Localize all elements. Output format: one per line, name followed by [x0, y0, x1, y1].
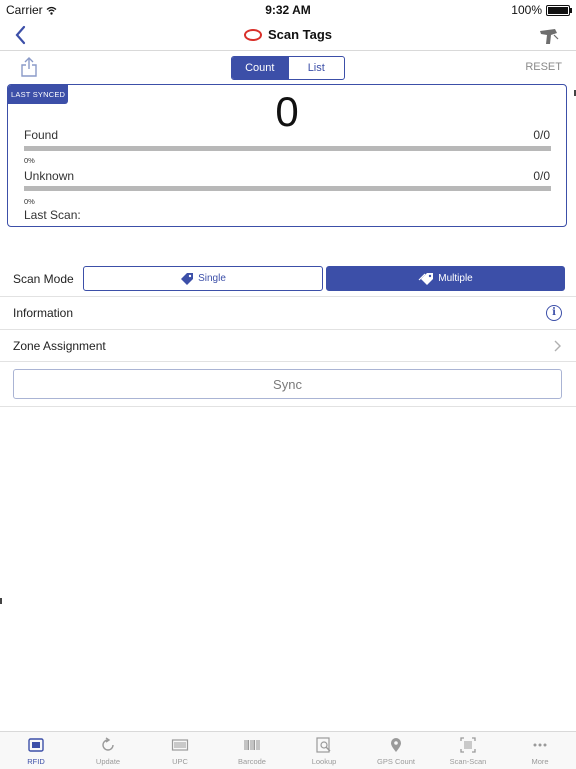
tab-barcode[interactable]: Barcode — [216, 732, 288, 769]
page-title: Scan Tags — [0, 27, 576, 42]
page-title-text: Scan Tags — [267, 27, 333, 42]
tags-icon — [418, 272, 434, 285]
tag-icon — [181, 272, 194, 285]
zone-assignment-row[interactable]: Zone Assignment — [0, 330, 576, 362]
info-icon[interactable]: i — [546, 305, 562, 321]
refresh-icon — [102, 737, 114, 751]
scan-frame-icon — [460, 737, 476, 753]
view-mode-segmented-control: Count List — [231, 56, 345, 80]
upc-icon — [171, 739, 189, 751]
scan-mode-multiple-button[interactable]: Multiple — [326, 266, 565, 291]
rfid-icon — [28, 738, 44, 752]
share-button[interactable] — [20, 57, 38, 77]
tab-label: More — [531, 757, 549, 766]
unknown-progress-bar — [24, 186, 551, 191]
divider — [0, 406, 576, 407]
battery-percent: 100% — [511, 3, 542, 17]
tab-label: RFID — [27, 757, 45, 766]
divider — [0, 361, 576, 362]
share-icon — [21, 57, 37, 77]
segment-list[interactable]: List — [287, 57, 345, 79]
tab-label: Lookup — [311, 757, 337, 766]
brand-logo-icon — [243, 28, 262, 41]
tab-label: GPS Count — [377, 757, 415, 766]
tab-more[interactable]: More — [504, 732, 576, 769]
tab-bar: RFID Update UPC Barcode Lookup GPS Count… — [0, 731, 576, 769]
reset-button[interactable]: RESET — [525, 61, 562, 73]
tab-rfid[interactable]: RFID — [0, 732, 72, 769]
found-value: 0/0 — [533, 128, 550, 142]
tag-count: 0 — [275, 88, 299, 135]
single-label: Single — [198, 273, 226, 284]
tab-label: Update — [95, 757, 121, 766]
zone-assignment-label: Zone Assignment — [13, 339, 106, 353]
unknown-label: Unknown — [24, 169, 75, 183]
tab-gps-count[interactable]: GPS Count — [360, 732, 432, 769]
information-row[interactable]: Information i — [0, 297, 576, 329]
clock: 9:32 AM — [265, 3, 311, 17]
tab-label: Barcode — [238, 757, 266, 766]
battery-icon — [546, 4, 572, 16]
found-percent: 0% — [24, 156, 35, 165]
edge-marker — [0, 598, 2, 604]
more-dots-icon — [533, 743, 547, 747]
tab-label: UPC — [172, 757, 188, 766]
scanner-gun-icon — [540, 29, 559, 44]
tab-scan-scan[interactable]: Scan-Scan — [432, 732, 504, 769]
battery-status: 100% — [511, 3, 572, 17]
unknown-percent: 0% — [24, 197, 35, 206]
tab-update[interactable]: Update — [72, 732, 144, 769]
chevron-right-icon — [554, 340, 561, 352]
status-bar: Carrier 9:32 AM 100% — [0, 0, 576, 20]
scan-mode-label: Scan Mode — [13, 272, 74, 286]
multiple-label: Multiple — [438, 273, 473, 284]
scan-summary-panel: LAST SYNCED 0 Found 0/0 0% Unknown 0/0 0… — [7, 84, 567, 227]
sync-button[interactable]: Sync — [13, 369, 562, 399]
last-scan-label: Last Scan: — [24, 208, 81, 222]
scanner-device-button[interactable] — [538, 25, 560, 47]
segment-count[interactable]: Count — [232, 57, 288, 79]
found-label: Found — [24, 128, 59, 142]
scan-mode-single-button[interactable]: Single — [83, 266, 323, 291]
tab-upc[interactable]: UPC — [144, 732, 216, 769]
barcode-icon — [244, 740, 260, 750]
unknown-value: 0/0 — [533, 169, 550, 183]
location-pin-icon — [391, 738, 401, 752]
found-progress-bar — [24, 146, 551, 151]
information-label: Information — [13, 306, 74, 320]
lookup-icon — [316, 737, 331, 753]
tab-label: Scan-Scan — [449, 757, 487, 766]
tab-lookup[interactable]: Lookup — [288, 732, 360, 769]
navigation-bar: Scan Tags — [0, 20, 576, 51]
